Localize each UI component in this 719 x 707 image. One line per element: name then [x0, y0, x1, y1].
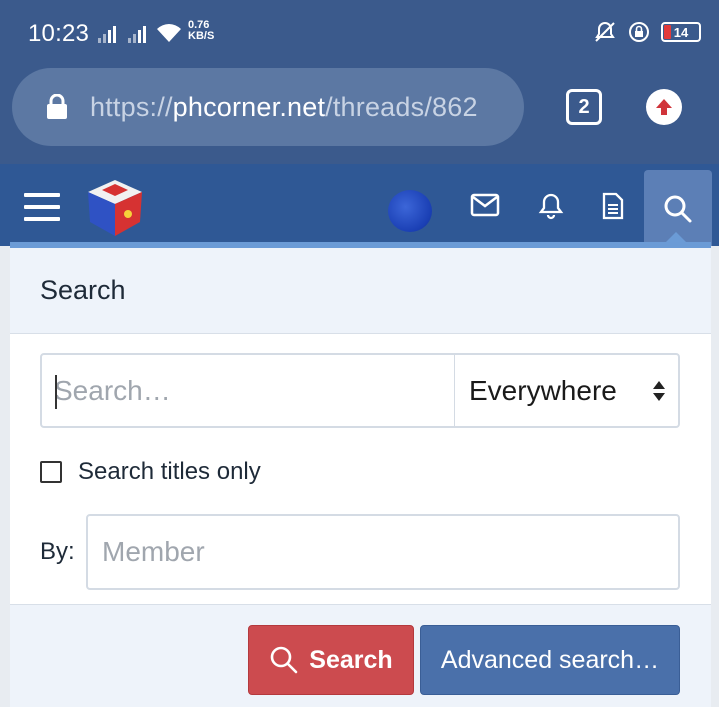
upload-icon[interactable] [646, 89, 682, 125]
status-icons: 14 [593, 20, 701, 44]
search-button[interactable]: Search [248, 625, 414, 695]
battery-icon: 14 [661, 22, 701, 42]
status-bar: 10:23 0.76 KB/S 14 [0, 0, 719, 62]
search-menu-footer: Search Advanced search… [10, 604, 711, 707]
search-button-label: Search [309, 645, 393, 674]
by-label: By: [40, 538, 75, 565]
search-menu: Search Everywhere Search titles only By:… [10, 242, 711, 707]
status-time: 10:23 [28, 20, 90, 47]
search-combo: Everywhere [40, 353, 680, 428]
search-scope-select[interactable]: Everywhere [454, 355, 678, 426]
member-input[interactable] [86, 514, 680, 590]
url-text: https://phcorner.net/threads/862 [90, 92, 478, 123]
url-host: phcorner.net [172, 91, 326, 122]
wifi-icon [157, 24, 181, 42]
advanced-search-button[interactable]: Advanced search… [420, 625, 680, 695]
search-scope-value: Everywhere [469, 374, 617, 406]
select-arrows-icon [653, 380, 665, 401]
speed-unit: KB/S [188, 30, 215, 42]
address-bar[interactable]: https://phcorner.net/threads/862 [12, 68, 524, 146]
avatar[interactable] [388, 190, 432, 232]
envelope-icon[interactable] [470, 192, 500, 218]
network-speed: 0.76 KB/S [188, 20, 214, 42]
search-icon [664, 195, 692, 223]
site-header [0, 164, 719, 246]
search-input[interactable] [42, 355, 454, 426]
document-icon[interactable] [601, 192, 625, 220]
search-icon [270, 646, 298, 674]
titles-only-label: Search titles only [78, 458, 261, 485]
browser-toolbar: https://phcorner.net/threads/862 2 [0, 62, 719, 164]
url-scheme: https:// [90, 91, 173, 122]
menu-icon[interactable] [24, 193, 60, 221]
signal-icon [128, 26, 146, 43]
bell-off-icon [595, 21, 615, 42]
titles-only-checkbox[interactable] [40, 461, 62, 483]
site-logo[interactable] [84, 178, 146, 238]
signal-icon [98, 26, 116, 43]
lock-icon [47, 94, 67, 119]
text-cursor [55, 375, 57, 409]
battery-level: 14 [673, 24, 689, 40]
tab-switcher-button[interactable]: 2 [566, 89, 602, 125]
bell-icon[interactable] [538, 192, 564, 220]
lock-rotation-icon [629, 22, 649, 42]
titles-only-option[interactable]: Search titles only [40, 458, 261, 486]
url-path: /threads/862 [325, 91, 478, 122]
search-menu-title: Search [10, 248, 711, 334]
